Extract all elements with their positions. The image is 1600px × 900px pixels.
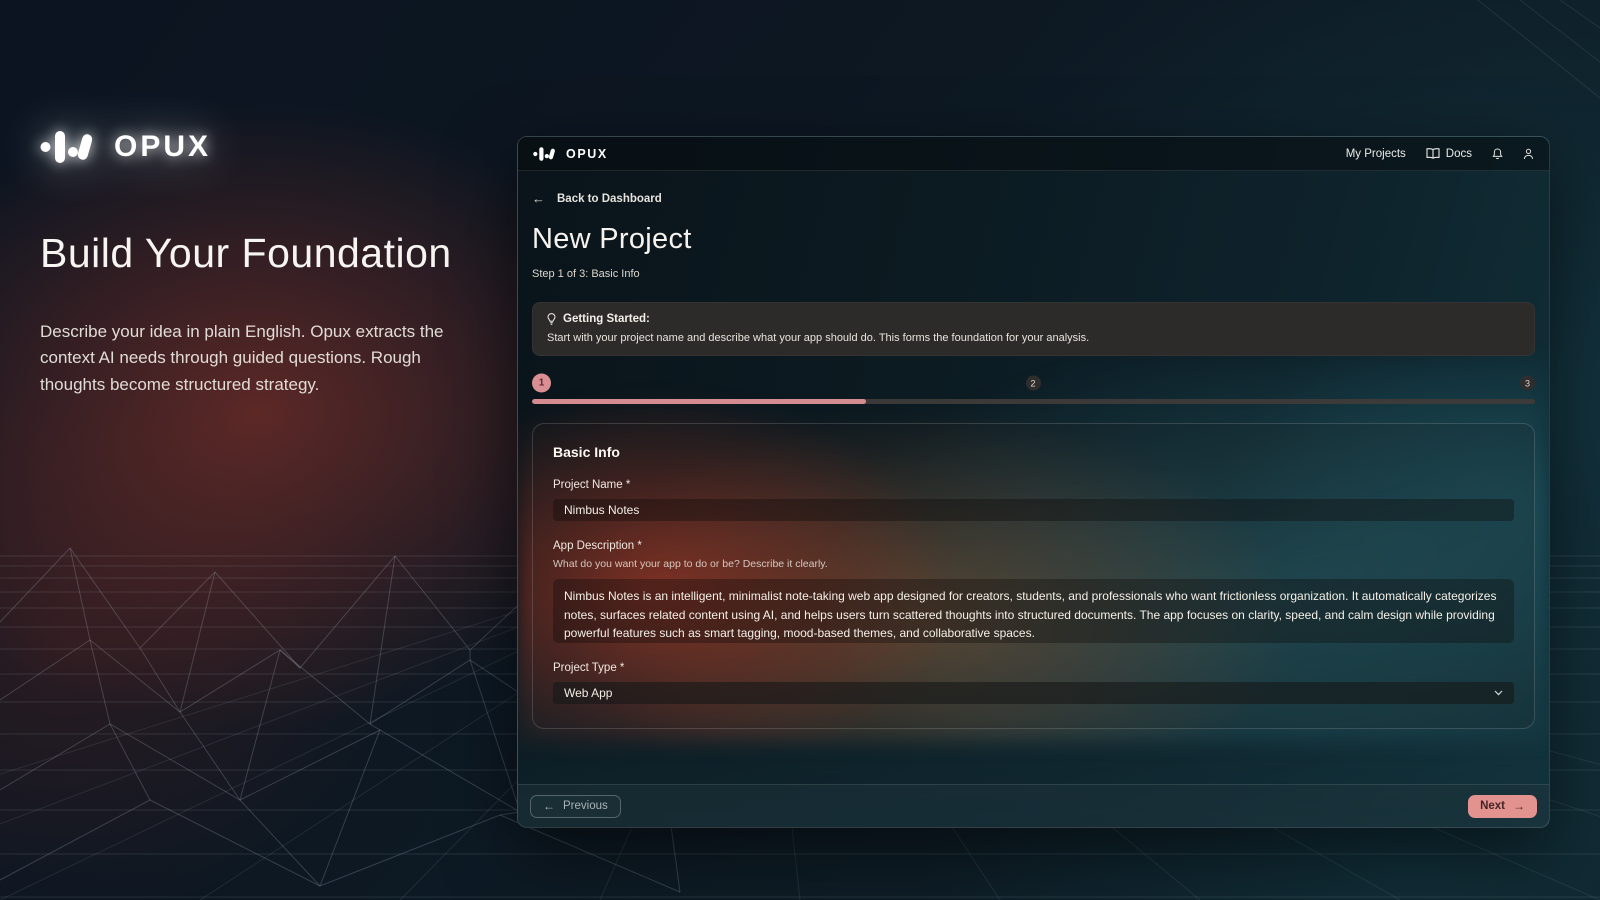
nav-docs[interactable]: Docs (1426, 148, 1472, 160)
bell-icon (1492, 148, 1503, 160)
hero-description: Describe your idea in plain English. Opu… (40, 319, 478, 398)
lightbulb-icon (547, 313, 556, 325)
step-1-dot[interactable]: 1 (532, 374, 551, 393)
project-type-value: Web App (564, 686, 612, 700)
opux-logo-icon (40, 126, 102, 168)
window-body: ← Back to Dashboard New Project Step 1 o… (518, 171, 1549, 786)
header-brand-text: OPUX (566, 147, 608, 161)
header-brand[interactable]: OPUX (533, 145, 608, 163)
book-icon (1426, 148, 1440, 159)
getting-started-tip: Getting Started: Start with your project… (532, 302, 1535, 356)
project-name-label: Project Name * (553, 479, 1514, 491)
chevron-down-icon (1494, 690, 1503, 696)
progress-fill (532, 399, 866, 404)
stepper: 1 2 3 (532, 373, 1535, 393)
account-button[interactable] (1523, 148, 1534, 160)
hero-brand-text: OPUX (114, 130, 211, 164)
previous-button[interactable]: ← Previous (530, 795, 621, 818)
app-description-label: App Description * (553, 540, 1514, 552)
next-label: Next (1480, 800, 1505, 812)
back-arrow-icon: ← (532, 191, 545, 206)
nav-docs-label: Docs (1446, 148, 1472, 160)
project-name-input[interactable] (553, 499, 1514, 521)
card-title: Basic Info (553, 444, 1514, 460)
tip-title: Getting Started: (563, 313, 650, 325)
project-type-label: Project Type * (553, 662, 1514, 674)
nav-my-projects[interactable]: My Projects (1346, 148, 1406, 160)
previous-arrow-icon: ← (543, 799, 555, 813)
app-window: OPUX My Projects Docs (517, 136, 1550, 828)
window-header: OPUX My Projects Docs (518, 137, 1549, 171)
next-arrow-icon: → (1513, 799, 1525, 813)
opux-logo-icon-small (533, 145, 559, 163)
step-2-dot[interactable]: 2 (1026, 376, 1041, 391)
tip-body: Start with your project name and describ… (547, 332, 1520, 344)
back-to-dashboard-link[interactable]: ← Back to Dashboard (532, 191, 662, 206)
notifications-button[interactable] (1492, 148, 1503, 160)
wizard-footer: ← Previous Next → (518, 784, 1549, 827)
hero-title: Build Your Foundation (40, 230, 500, 277)
previous-label: Previous (563, 800, 608, 812)
basic-info-card: Basic Info Project Name * App Descriptio… (532, 423, 1535, 729)
progress-track (532, 399, 1535, 404)
next-button[interactable]: Next → (1468, 795, 1537, 818)
header-nav: My Projects Docs (1346, 148, 1534, 160)
nav-my-projects-label: My Projects (1346, 148, 1406, 160)
project-type-select[interactable]: Web App (553, 682, 1514, 704)
back-label: Back to Dashboard (557, 193, 662, 205)
app-description-textarea[interactable]: Nimbus Notes is an intelligent, minimali… (553, 579, 1514, 643)
page-title: New Project (532, 223, 1535, 256)
user-icon (1523, 148, 1534, 160)
step-3-dot[interactable]: 3 (1520, 376, 1535, 391)
hero-panel: OPUX Build Your Foundation Describe your… (40, 126, 500, 398)
step-indicator-text: Step 1 of 3: Basic Info (532, 268, 1535, 280)
app-description-hint: What do you want your app to do or be? D… (553, 558, 1514, 570)
hero-brand-logo: OPUX (40, 126, 500, 168)
